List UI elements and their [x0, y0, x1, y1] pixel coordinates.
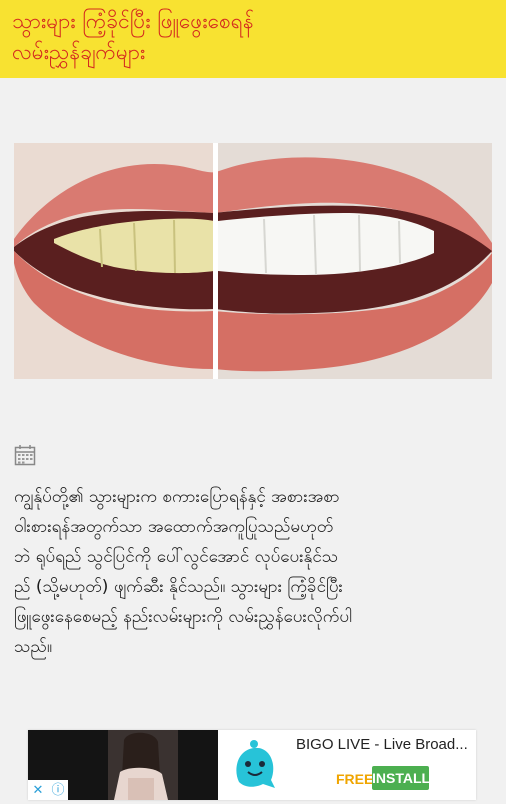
- calendar-icon: [14, 444, 36, 466]
- article-line: ဖြူဖွေးနေစေမည့် နည်းလမ်းများကို လမ်းညွှန…: [14, 607, 353, 627]
- install-button[interactable]: INSTALL: [372, 766, 430, 790]
- article-body: ကျွန်ုပ်တို့၏ သွားများက စကားပြောရန်နှင့်…: [14, 482, 498, 662]
- hero-image-teeth-comparison: [14, 143, 492, 379]
- ad-price: FREE: [336, 771, 374, 787]
- page-title: သွားများ ကြံ့ခိုင်ပြီး ဖြူဖွေးစေရန် လမ်း…: [12, 6, 494, 68]
- article-line: ကျွန်ုပ်တို့၏ သွားများက စကားပြောရန်နှင့်…: [14, 487, 340, 507]
- bigo-logo-icon: [219, 730, 289, 800]
- article-line: ဝါးစားရန်အတွက်သာ အထောက်အကူပြုသည်မဟုတ်: [14, 517, 334, 537]
- article-line: ဘဲ ရုပ်ရည် သွင်ပြင်ကို ပေါ်လွင်အောင် လုပ…: [14, 547, 339, 567]
- ad-badges: ✕ ⓘ: [28, 780, 68, 800]
- title-line-1: သွားများ ကြံ့ခိုင်ပြီး ဖြူဖွေးစေရန်: [12, 9, 254, 33]
- app-header: သွားများ ကြံ့ခိုင်ပြီး ဖြူဖွေးစေရန် လမ်း…: [0, 0, 506, 78]
- info-icon[interactable]: ⓘ: [48, 780, 68, 800]
- ad-title: BIGO LIVE - Live Broad...: [296, 736, 468, 753]
- close-icon[interactable]: ✕: [28, 780, 48, 800]
- title-line-2: လမ်းညွှန်ချက်များ: [12, 40, 146, 64]
- bigo-live-ad-banner[interactable]: BIGO LIVE - Live Broad... FREE INSTALL: [28, 730, 476, 800]
- article-line: သည်။: [14, 637, 53, 657]
- article-line: ည် (သို့မဟုတ်) ဖျက်ဆီး နိုင်သည်။ သွားမျာ…: [14, 577, 343, 597]
